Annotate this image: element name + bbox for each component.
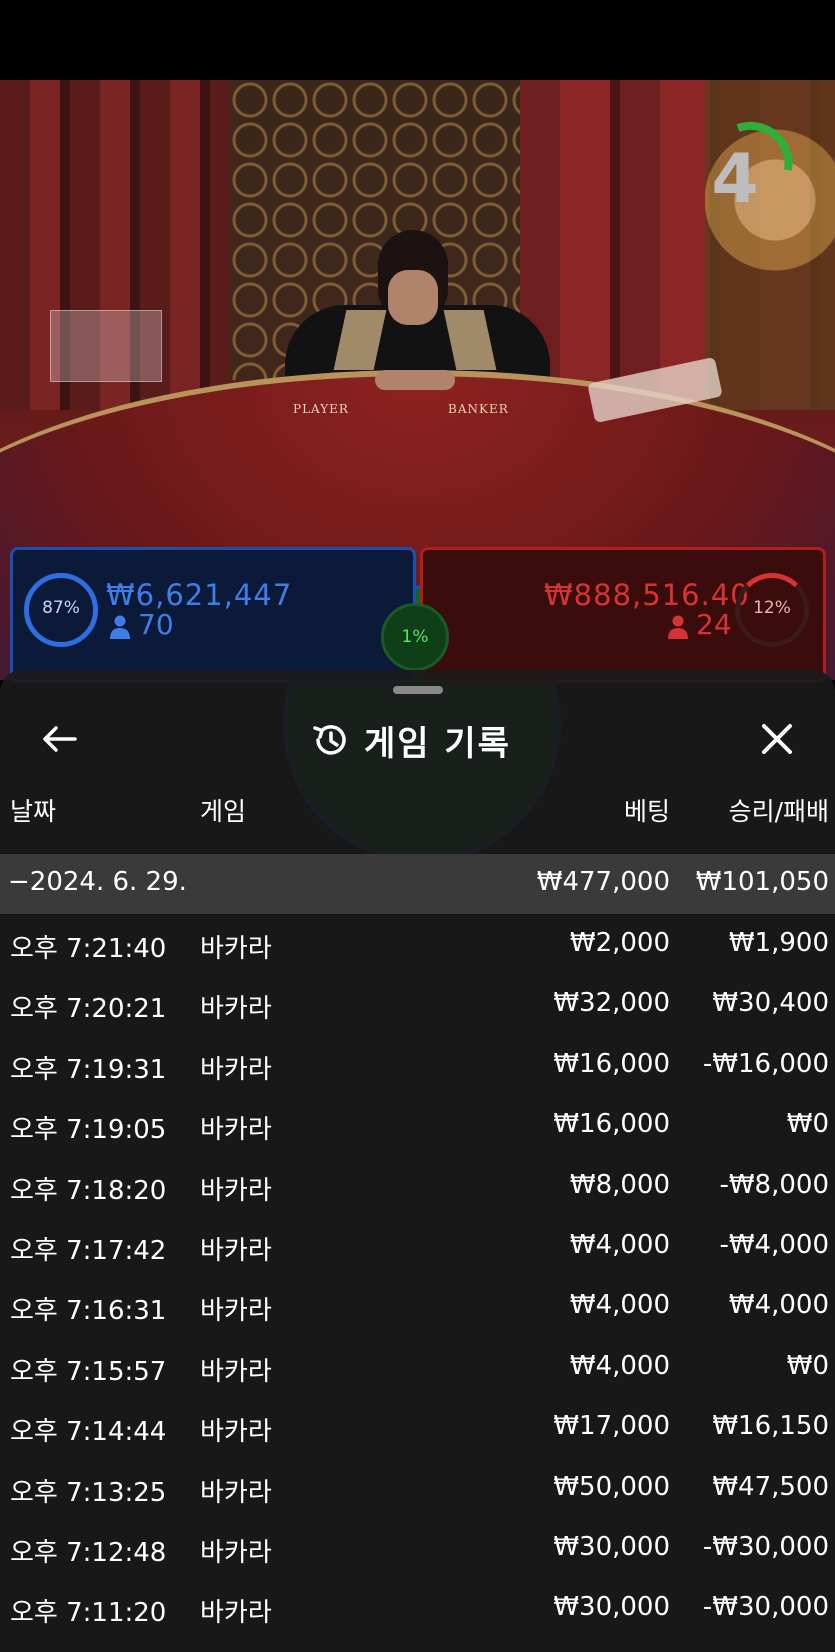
row-bet: ₩4,000 [569, 1350, 670, 1381]
row-time: 오후 7:20:21 [10, 994, 167, 1025]
table-row[interactable]: 오후 7:14:44 바카라 ₩17,000 ₩16,150 [0, 1397, 835, 1457]
user-icon [110, 615, 130, 639]
row-time: 오후 7:15:57 [10, 1356, 167, 1387]
table-header: 날짜 게임 베팅 승리/패배 [0, 792, 835, 832]
player-total-bet: ₩6,621,447 [106, 578, 293, 612]
row-time: 오후 7:19:05 [10, 1115, 167, 1146]
tie-percent: 1% [401, 627, 429, 647]
row-game: 바카라 [200, 1175, 272, 1206]
player-percent: 87% [42, 598, 80, 618]
row-time: 오후 7:11:20 [10, 1598, 167, 1629]
row-result: ₩0 [786, 1109, 829, 1140]
row-time: 오후 7:17:42 [10, 1235, 167, 1266]
row-game: 바카라 [200, 1235, 272, 1266]
row-result: -₩4,000 [719, 1229, 829, 1260]
row-bet: ₩17,000 [553, 1411, 670, 1442]
sheet-drag-handle[interactable] [393, 686, 443, 694]
arrow-left-icon [43, 726, 77, 752]
row-result: ₩1,900 [728, 928, 829, 958]
row-result: -₩16,000 [702, 1048, 829, 1079]
date-group-label: −2024. 6. 29. [8, 867, 187, 897]
row-time: 오후 7:13:25 [10, 1477, 167, 1508]
row-game: 바카라 [200, 1598, 272, 1629]
row-game: 바카라 [200, 934, 272, 964]
table-row[interactable]: 오후 7:19:05 바카라 ₩16,000 ₩0 [0, 1095, 835, 1155]
row-bet: ₩2,000 [569, 928, 670, 958]
row-bet: ₩16,000 [553, 1048, 670, 1079]
row-game: 바카라 [200, 1115, 272, 1146]
table-row[interactable]: 오후 7:12:48 바카라 ₩30,000 -₩30,000 [0, 1518, 835, 1578]
row-result: ₩4,000 [728, 1290, 829, 1321]
sheet-header: 게임 기록 [310, 715, 511, 765]
banker-percent: 12% [753, 598, 791, 618]
table-row[interactable]: 오후 7:17:42 바카라 ₩4,000 -₩4,000 [0, 1216, 835, 1276]
row-bet: ₩4,000 [569, 1290, 670, 1321]
column-header-game: 게임 [200, 797, 247, 826]
date-group-result-total: ₩101,050 [695, 867, 829, 897]
table-row[interactable]: 오후 7:11:20 바카라 ₩30,000 -₩30,000 [0, 1578, 835, 1638]
row-result: -₩30,000 [702, 1531, 829, 1562]
row-bet: ₩32,000 [553, 988, 670, 1019]
banker-count: 24 [696, 608, 732, 641]
row-result: ₩30,400 [712, 988, 829, 1019]
row-result: ₩16,150 [712, 1411, 829, 1442]
card-discard-box [50, 310, 162, 382]
table-row[interactable]: 오후 7:21:40 바카라 ₩2,000 ₩1,900 [0, 914, 835, 974]
dealer-hands [375, 370, 455, 390]
table-label-player: PLAYER [293, 402, 349, 416]
sheet-title: 게임 기록 [364, 723, 511, 764]
user-icon [668, 615, 688, 639]
history-icon [313, 725, 346, 755]
table-row[interactable]: 오후 7:19:31 바카라 ₩16,000 -₩16,000 [0, 1035, 835, 1095]
table-row[interactable]: 오후 7:15:57 바카라 ₩4,000 ₩0 [0, 1337, 835, 1397]
row-result: -₩30,000 [702, 1592, 829, 1623]
close-icon [762, 724, 792, 754]
row-game: 바카라 [200, 994, 272, 1025]
row-bet: ₩16,000 [553, 1109, 670, 1140]
close-button[interactable] [752, 714, 802, 764]
row-game: 바카라 [200, 1417, 272, 1448]
row-bet: ₩4,000 [569, 1229, 670, 1260]
row-bet: ₩8,000 [569, 1169, 670, 1200]
row-time: 오후 7:18:20 [10, 1175, 167, 1206]
row-game: 바카라 [200, 1356, 272, 1387]
countdown-number: 4 [711, 140, 759, 219]
table-row[interactable]: 오후 7:13:25 바카라 ₩50,000 ₩47,500 [0, 1458, 835, 1518]
row-bet: ₩30,000 [553, 1531, 670, 1562]
date-group-row[interactable]: −2024. 6. 29. ₩477,000 ₩101,050 [0, 854, 835, 914]
table-row[interactable]: 오후 7:20:21 바카라 ₩32,000 ₩30,400 [0, 974, 835, 1034]
row-time: 오후 7:14:44 [10, 1417, 167, 1448]
status-bar [0, 0, 835, 80]
table-row[interactable]: 오후 7:16:31 바카라 ₩4,000 ₩4,000 [0, 1276, 835, 1336]
row-result: -₩8,000 [719, 1169, 829, 1200]
player-count: 70 [138, 608, 174, 641]
row-game: 바카라 [200, 1054, 272, 1085]
row-game: 바카라 [200, 1537, 272, 1568]
game-history-sheet: 게임 기록 날짜 게임 베팅 승리/패배 −2024. 6. 29. ₩477,… [0, 670, 835, 1652]
row-game: 바카라 [200, 1296, 272, 1327]
row-bet: ₩30,000 [553, 1592, 670, 1623]
back-button[interactable] [34, 714, 84, 764]
column-header-result: 승리/패배 [728, 797, 829, 826]
banker-total-bet: ₩888,516.40 [544, 578, 750, 612]
table-row[interactable]: 오후 7:18:20 바카라 ₩8,000 -₩8,000 [0, 1156, 835, 1216]
column-header-date: 날짜 [10, 797, 57, 826]
row-bet: ₩50,000 [553, 1471, 670, 1502]
row-time: 오후 7:16:31 [10, 1296, 167, 1327]
row-result: ₩0 [786, 1350, 829, 1381]
table-label-banker: BANKER [448, 402, 509, 416]
row-result: ₩47,500 [712, 1471, 829, 1502]
row-time: 오후 7:21:40 [10, 934, 167, 964]
history-list: 오후 7:21:40 바카라 ₩2,000 ₩1,900 오후 7:20:21 바카라 ₩3… [0, 914, 835, 1639]
column-header-bet: 베팅 [623, 797, 670, 826]
dealer-face [388, 270, 438, 325]
row-time: 오후 7:19:31 [10, 1054, 167, 1085]
date-group-bet-total: ₩477,000 [536, 867, 670, 897]
row-game: 바카라 [200, 1477, 272, 1508]
row-time: 오후 7:12:48 [10, 1537, 167, 1568]
